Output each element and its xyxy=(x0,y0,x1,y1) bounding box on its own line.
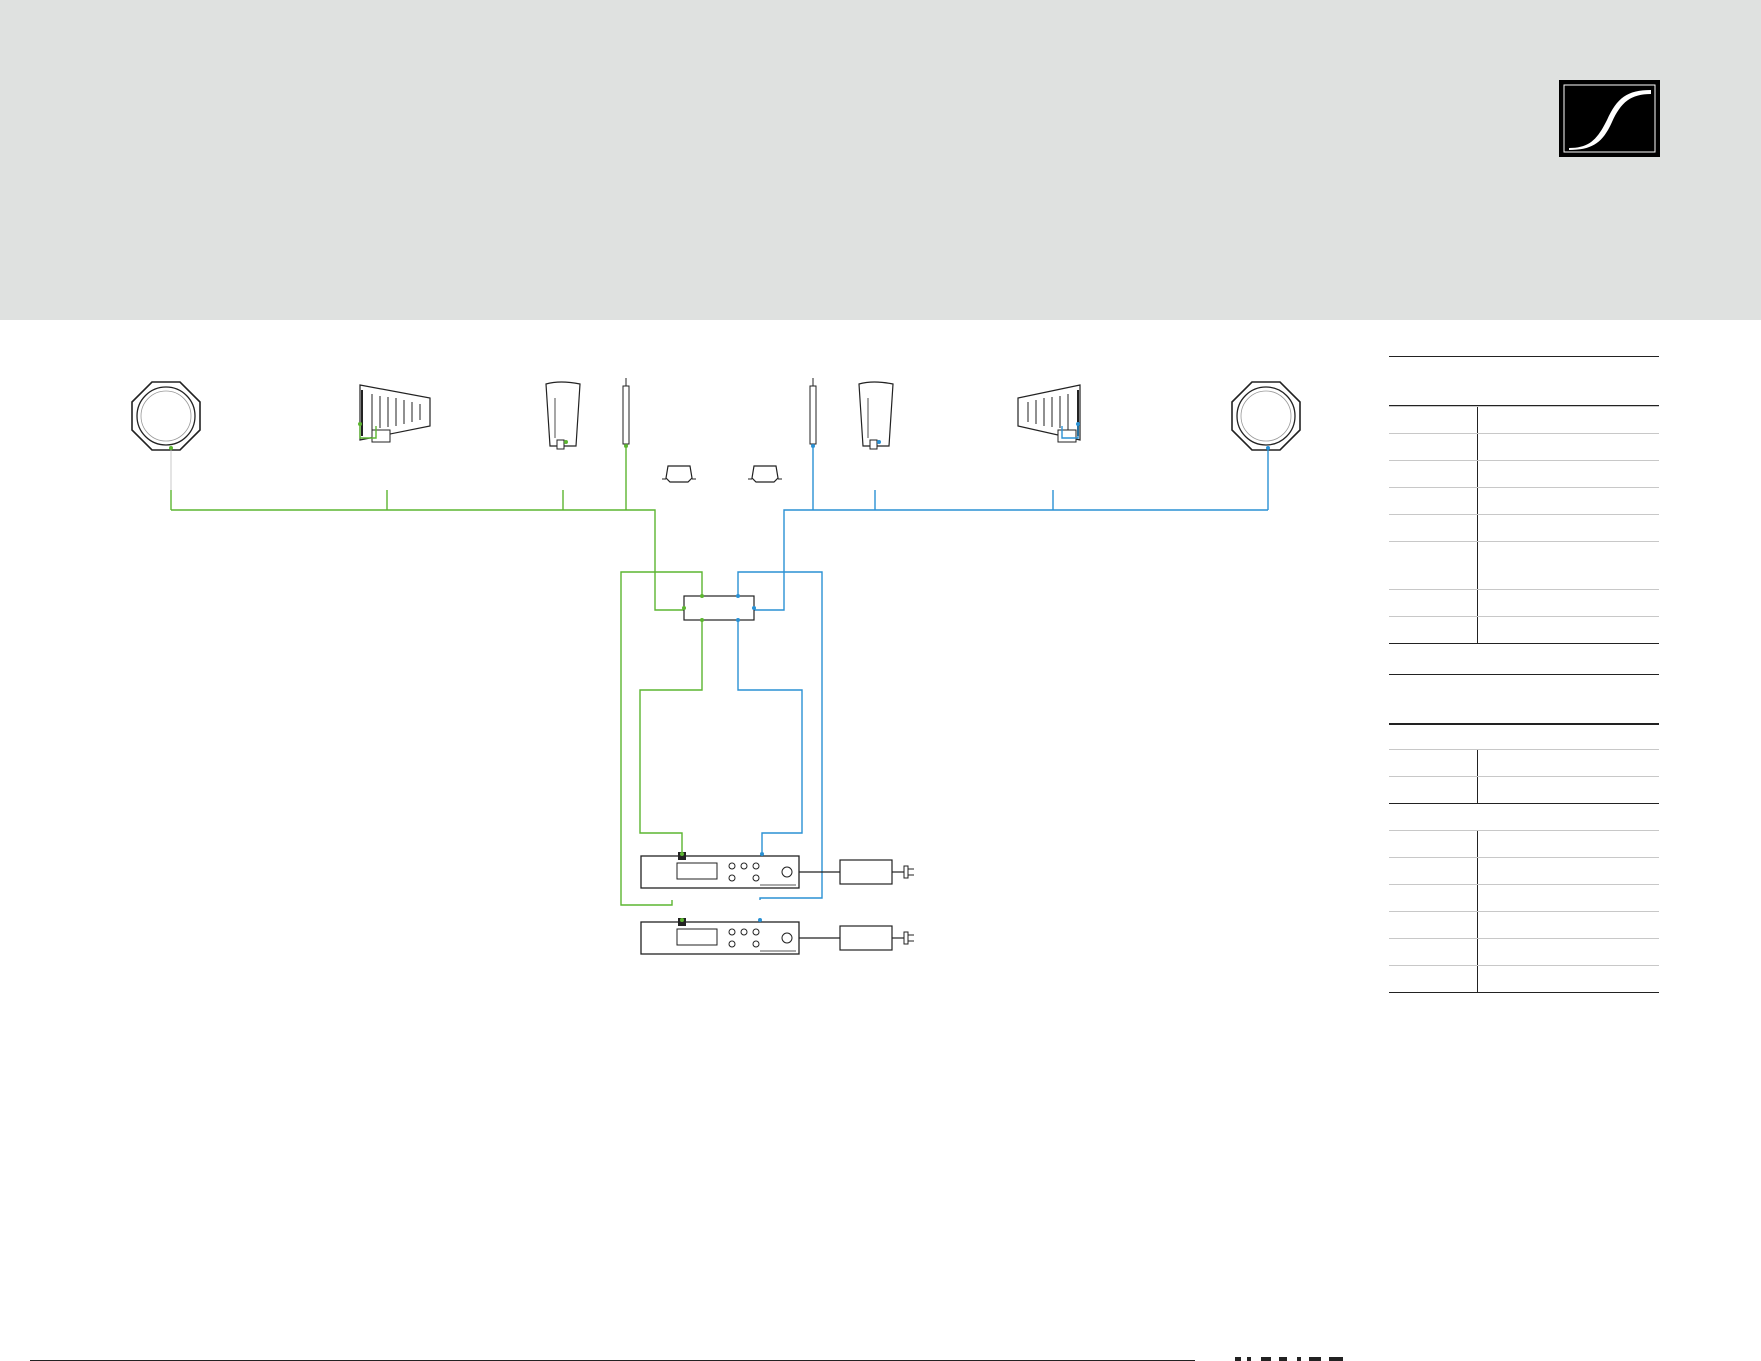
table-rule xyxy=(1389,992,1659,993)
antenna-booster-icon xyxy=(662,465,696,483)
table-row xyxy=(1389,776,1659,803)
table-subheader xyxy=(1389,803,1659,830)
dome-antenna-icon xyxy=(1231,381,1301,451)
green-antenna-cable xyxy=(170,448,703,906)
table-row xyxy=(1389,541,1659,589)
table-row xyxy=(1389,857,1659,884)
power-supply-icon xyxy=(799,925,914,951)
table-row xyxy=(1389,830,1659,857)
dome-antenna-icon xyxy=(131,381,201,451)
halfwave-antenna-icon xyxy=(545,381,581,450)
table-row xyxy=(1389,406,1659,433)
table-row xyxy=(1389,487,1659,514)
antenna-splitter-icon xyxy=(682,594,756,622)
table-row xyxy=(1389,616,1659,643)
directional-antenna-icon xyxy=(1017,384,1081,443)
table-row xyxy=(1389,938,1659,965)
sennheiser-logo-icon xyxy=(1559,80,1660,157)
table-row xyxy=(1389,884,1659,911)
header-band xyxy=(0,0,1761,320)
table-group-header xyxy=(1389,357,1659,405)
blue-antenna-cable xyxy=(737,448,1269,900)
table-row xyxy=(1389,433,1659,460)
rod-antenna-icon xyxy=(809,378,817,448)
antenna-booster-icon xyxy=(748,465,782,483)
table-subheader xyxy=(1389,724,1659,749)
rod-antenna-icon xyxy=(622,378,630,448)
table-row xyxy=(1389,589,1659,616)
rack-receiver-icon xyxy=(640,852,800,889)
table-row xyxy=(1389,965,1659,992)
footer-marks-icon xyxy=(1235,1357,1343,1361)
table-row xyxy=(1389,514,1659,541)
table-row xyxy=(1389,749,1659,776)
table-row xyxy=(1389,460,1659,487)
halfwave-antenna-icon xyxy=(858,381,894,450)
rack-receiver-icon xyxy=(640,918,800,955)
table-group-header xyxy=(1389,675,1659,723)
component-legend-table xyxy=(1389,356,1659,993)
directional-antenna-icon xyxy=(358,384,431,443)
power-supply-icon xyxy=(799,859,914,885)
table-row xyxy=(1389,911,1659,938)
antenna-wiring-diagram xyxy=(0,320,1370,1361)
